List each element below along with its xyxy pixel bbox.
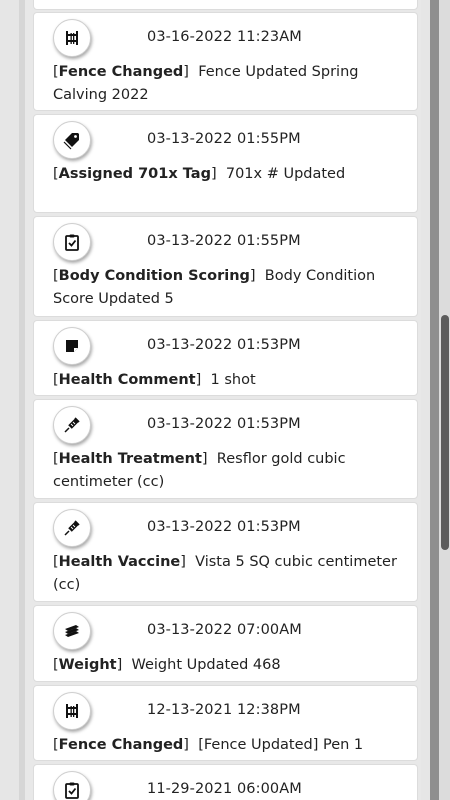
entry-category: Assigned 701x Tag xyxy=(53,166,217,182)
left-panel-edge xyxy=(0,0,25,800)
fence-icon xyxy=(53,692,91,730)
history-card[interactable]: 03-13-2022 01:53PM Health Comment 1 shot xyxy=(33,320,418,396)
entry-category: Health Treatment xyxy=(53,451,208,467)
entry-category: Health Vaccine xyxy=(53,554,186,570)
entry-description: Body Condition Scoring Body Condition Sc… xyxy=(53,265,398,311)
entry-description: Fence Changed [Fence Updated] Pen 1 xyxy=(53,734,398,757)
entry-timestamp: 03-13-2022 01:53PM xyxy=(147,337,301,353)
entry-description: Assigned 701x Tag 701x # Updated xyxy=(53,163,398,186)
entry-detail: 701x # Updated xyxy=(225,166,346,182)
entry-category: Body Condition Scoring xyxy=(53,268,256,284)
entry-description: Health Treatment Resflor gold cubic cent… xyxy=(53,448,398,494)
entry-timestamp: 03-13-2022 01:55PM xyxy=(147,233,301,249)
history-card[interactable]: 11-29-2021 06:00AM xyxy=(33,764,418,800)
entry-detail: 1 shot xyxy=(210,372,256,388)
history-card[interactable]: 03-13-2022 01:53PM Health Treatment Resf… xyxy=(33,399,418,499)
entry-timestamp: 12-13-2021 12:38PM xyxy=(147,702,301,718)
entry-category: Fence Changed xyxy=(53,64,189,80)
syringe-icon xyxy=(53,406,91,444)
scrollbar-thumb[interactable] xyxy=(441,315,449,550)
entry-description: Health Comment 1 shot xyxy=(53,369,398,392)
history-card[interactable]: 03-16-2022 11:23AM Fence Changed Fence U… xyxy=(33,12,418,111)
clipboard-check-icon xyxy=(53,223,91,261)
entry-timestamp: 03-13-2022 01:53PM xyxy=(147,416,301,432)
entry-timestamp: 11-29-2021 06:00AM xyxy=(147,781,302,797)
history-card[interactable]: 03-13-2022 01:55PM Body Condition Scorin… xyxy=(33,216,418,317)
entry-timestamp: 03-13-2022 07:00AM xyxy=(147,622,302,638)
entry-timestamp: 03-13-2022 01:55PM xyxy=(147,131,301,147)
panel-fold xyxy=(19,0,25,800)
entry-description: Fence Changed Fence Updated Spring Calvi… xyxy=(53,61,398,107)
syringe-icon xyxy=(53,509,91,547)
entry-description: Weight Weight Updated 468 xyxy=(53,654,398,677)
fence-icon xyxy=(53,19,91,57)
entry-detail: Weight Updated 468 xyxy=(131,657,281,673)
clipboard-check-icon xyxy=(53,771,91,800)
entry-timestamp: 03-13-2022 01:53PM xyxy=(147,519,301,535)
history-list: 03-16-2022 11:23AM Fence Changed Fence U… xyxy=(33,0,418,800)
history-card[interactable]: 03-13-2022 01:55PM Assigned 701x Tag 701… xyxy=(33,114,418,213)
entry-description: Health Vaccine Vista 5 SQ cubic centimet… xyxy=(53,551,398,597)
scale-icon xyxy=(53,612,91,650)
entry-category: Weight xyxy=(53,657,122,673)
entry-category: Health Comment xyxy=(53,372,201,388)
tag-icon xyxy=(53,121,91,159)
note-icon xyxy=(53,327,91,365)
right-panel-edge xyxy=(421,0,430,800)
history-card[interactable]: 03-13-2022 01:53PM Health Vaccine Vista … xyxy=(33,502,418,602)
history-card-partial[interactable] xyxy=(33,0,418,10)
entry-detail: [Fence Updated] Pen 1 xyxy=(198,737,364,753)
history-card[interactable]: 03-13-2022 07:00AM Weight Weight Updated… xyxy=(33,605,418,682)
entry-category: Fence Changed xyxy=(53,737,189,753)
entry-timestamp: 03-16-2022 11:23AM xyxy=(147,29,302,45)
history-card[interactable]: 12-13-2021 12:38PM Fence Changed [Fence … xyxy=(33,685,418,761)
